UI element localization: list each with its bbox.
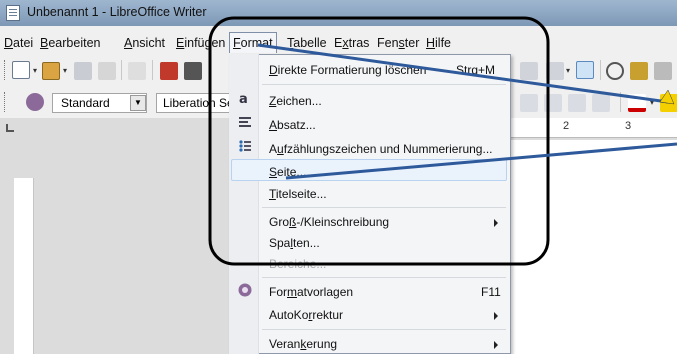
menu-extras[interactable]: Extras [334,36,369,50]
new-document-icon[interactable] [12,61,30,79]
save-icon[interactable] [74,62,92,80]
menu-bearbeiten[interactable]: Bearbeiten [40,36,100,50]
horizontal-ruler[interactable] [510,118,677,138]
menu-item-columns[interactable]: Spalten... [269,236,320,250]
window-title-bar: Unbenannt 1 - LibreOffice Writer [0,0,677,26]
menu-format[interactable]: Format [229,32,277,53]
styles-icon[interactable] [26,93,44,111]
menu-bar: Datei Bearbeiten Ansicht Einfügen Format… [0,26,677,54]
menu-separator [262,207,506,208]
gallery-icon[interactable] [630,62,648,80]
numbering-icon[interactable] [544,94,562,112]
menu-item-paragraph[interactable]: Absatz... [269,118,316,132]
menu-einfuegen[interactable]: Einfügen [176,36,225,50]
email-icon[interactable] [98,62,116,80]
document-icon [6,5,20,21]
tab-stop-icon[interactable] [6,124,14,132]
menu-ansicht[interactable]: Ansicht [124,36,165,50]
insert-table-icon[interactable] [546,62,564,80]
menu-separator [262,84,506,85]
menu-tabelle[interactable]: Tabelle [287,36,327,50]
font-name-select[interactable]: Liberation Se [156,93,236,113]
menu-item-clear-formatting[interactable]: Direkte Formatierung löschen [269,63,426,77]
menu-separator [262,329,506,330]
menu-hilfe[interactable]: Hilfe [426,36,451,50]
datasources-icon[interactable] [654,62,672,80]
open-folder-icon[interactable] [42,62,60,80]
shortcut-label: Strg+M [456,63,496,77]
menu-item-sections: Bereiche... [269,257,327,271]
submenu-arrow-icon [494,312,498,320]
outdent-icon[interactable] [568,94,586,112]
edit-mode-icon[interactable] [128,62,146,80]
styles-icon [238,283,252,297]
chevron-down-icon[interactable]: ▾ [63,66,69,76]
navigator-icon[interactable] [606,62,624,80]
toolbar-separator [620,92,621,112]
menu-item-anchor[interactable]: Verankerung [269,337,337,351]
chevron-down-icon[interactable]: ▾ [33,66,39,76]
ruler-mark: 3 [625,120,632,132]
character-icon: a [239,92,248,106]
toolbar-separator [152,60,153,80]
print-icon[interactable] [184,62,202,80]
menu-separator [262,277,506,278]
menu-fenster[interactable]: Fenster [377,36,419,50]
toolbar-separator [121,60,122,80]
field-icon[interactable] [576,61,594,79]
toolbar-grip[interactable] [4,60,7,80]
document-page[interactable] [510,140,677,354]
menu-item-bullets-numbering[interactable]: Aufzählungszeichen und Nummerierung... [269,142,492,156]
toolbar-grip[interactable] [4,92,7,112]
svg-text:a: a [239,92,248,106]
menu-datei[interactable]: Datei [4,36,33,50]
menu-item-styles[interactable]: Formatvorlagen [269,285,353,299]
toolbar-separator [600,60,601,80]
bullets-numbering-icon [239,140,251,152]
chevron-down-icon[interactable]: ▾ [566,66,572,76]
window-title: Unbenannt 1 - LibreOffice Writer [27,5,207,19]
vertical-ruler[interactable] [14,178,34,354]
menu-item-page[interactable]: Seite... [269,165,306,179]
ruler-mark: 2 [563,120,570,132]
table-icon[interactable] [520,62,538,80]
highlight-icon[interactable] [660,94,677,112]
submenu-arrow-icon [494,219,498,227]
chevron-down-icon[interactable]: ▾ [650,98,656,108]
paragraph-icon [239,117,251,127]
export-pdf-icon[interactable] [160,62,178,80]
font-color-icon[interactable] [628,94,646,112]
menu-item-change-case[interactable]: Groß-/Kleinschreibung [269,215,389,229]
menu-item-title-page[interactable]: Titelseite... [269,187,327,201]
submenu-arrow-icon [494,341,498,349]
indent-icon[interactable] [592,94,610,112]
shortcut-label: F11 [481,285,501,299]
menu-item-character[interactable]: Zeichen... [269,94,322,108]
menu-item-autocorrect[interactable]: AutoKorrektur [269,308,343,322]
bullets-icon[interactable] [520,94,538,112]
chevron-down-icon[interactable]: ▼ [130,95,146,111]
